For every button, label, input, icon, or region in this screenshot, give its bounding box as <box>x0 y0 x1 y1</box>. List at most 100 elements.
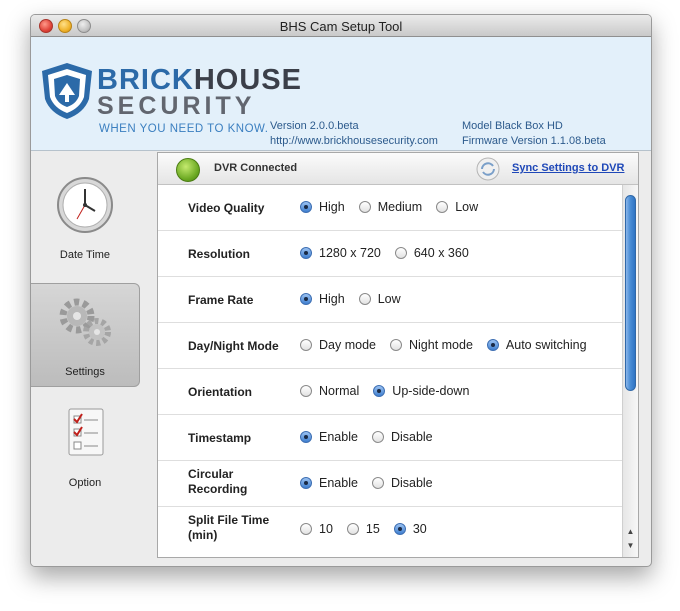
radio-selected-icon[interactable] <box>300 431 312 443</box>
sidebar-item-label: Date Time <box>59 249 111 261</box>
connection-status-bar: DVR Connected Sync Settings to DVR <box>158 153 638 185</box>
setting-row-circular-recording: Circular Recording Enable Disable <box>158 461 622 507</box>
setting-label: Orientation <box>188 385 253 399</box>
radio-unselected-icon[interactable] <box>436 201 449 213</box>
clock-icon <box>57 177 113 233</box>
checklist-icon <box>68 408 104 456</box>
radio-option-label: Low <box>455 200 479 214</box>
radio-option[interactable]: Night mode <box>389 338 473 352</box>
sidebar-item-label: Settings <box>65 366 105 378</box>
radio-unselected-icon[interactable] <box>300 339 312 351</box>
sidebar-item-option[interactable]: Option <box>31 395 139 497</box>
radio-option-label: Night mode <box>408 338 473 352</box>
radio-option-label: Auto switching <box>505 338 587 352</box>
radio-option-label: 15 <box>365 522 380 536</box>
radio-option[interactable]: Enable <box>300 430 358 444</box>
radio-option[interactable]: Auto switching <box>486 338 587 352</box>
sidebar-item-date-time[interactable]: Date Time <box>31 167 139 269</box>
radio-unselected-icon[interactable] <box>371 477 384 489</box>
radio-option-label: 1280 x 720 <box>319 246 381 260</box>
radio-selected-icon[interactable] <box>300 201 312 213</box>
radio-selected-icon[interactable] <box>373 385 386 397</box>
radio-unselected-icon[interactable] <box>300 385 312 397</box>
setting-row-day-night-mode: Day/Night Mode Day mode Night mode Auto swi… <box>158 323 622 369</box>
radio-option[interactable]: Low <box>436 200 478 214</box>
settings-panel: DVR Connected Sync Settings to DVR Video… <box>157 152 639 558</box>
radio-option[interactable]: Normal <box>300 384 359 398</box>
sidebar-item-label: Option <box>68 477 102 489</box>
brand-name-line2: SECURITY <box>97 92 256 120</box>
radio-selected-icon[interactable] <box>300 293 312 305</box>
sync-settings-link[interactable]: Sync Settings to DVR <box>512 162 624 174</box>
radio-option[interactable]: Low <box>358 292 401 306</box>
radio-selected-icon[interactable] <box>300 477 312 489</box>
radio-option[interactable]: Disable <box>371 430 433 444</box>
setting-label: Split File Time (min) <box>188 513 270 542</box>
radio-group-resolution: 1280 x 720 640 x 360 <box>300 246 483 260</box>
radio-option-label: 10 <box>319 522 333 536</box>
gears-icon <box>59 298 111 346</box>
sync-icon[interactable] <box>476 157 500 181</box>
title-bar[interactable]: BHS Cam Setup Tool <box>31 15 651 37</box>
radio-selected-icon[interactable] <box>393 523 406 535</box>
radio-option-label: High <box>319 292 345 306</box>
radio-option-label: High <box>319 200 345 214</box>
setting-row-split-file-time-min: Split File Time (min) 10 15 30 <box>158 507 622 552</box>
website-url[interactable]: http://www.brickhousesecurity.com <box>270 135 438 147</box>
setting-label: Resolution <box>188 247 250 261</box>
radio-option[interactable]: High <box>300 292 345 306</box>
radio-unselected-icon[interactable] <box>358 201 371 213</box>
radio-option[interactable]: 1280 x 720 <box>300 246 381 260</box>
radio-unselected-icon[interactable] <box>346 523 359 535</box>
radio-unselected-icon[interactable] <box>371 431 384 443</box>
radio-group-split-file-time-min: 10 15 30 <box>300 522 441 536</box>
radio-option[interactable]: Up-side-down <box>373 384 469 398</box>
setting-label: Frame Rate <box>188 293 254 307</box>
radio-option-label: Day mode <box>319 338 376 352</box>
window-title: BHS Cam Setup Tool <box>279 19 403 34</box>
version-text: Version 2.0.0.beta <box>270 120 359 132</box>
scrollbar-thumb[interactable] <box>625 195 636 391</box>
radio-option[interactable]: Disable <box>371 476 433 490</box>
radio-option[interactable]: High <box>300 200 345 214</box>
header-banner: BRICKHOUSE SECURITY WHEN YOU NEED TO KNO… <box>31 37 651 151</box>
radio-option-label: Low <box>377 292 401 306</box>
radio-option-label: Up-side-down <box>392 384 470 398</box>
radio-group-circular-recording: Enable Disable <box>300 476 447 490</box>
vertical-scrollbar[interactable]: ▲ ▼ <box>622 185 638 557</box>
sidebar-nav: Date Time Settings Option <box>31 151 157 566</box>
radio-option[interactable]: 10 <box>300 522 333 536</box>
scroll-down-arrow-icon[interactable]: ▼ <box>625 541 636 551</box>
brand-tagline: WHEN YOU NEED TO KNOW. <box>99 123 269 135</box>
radio-option-label: Enable <box>319 476 358 490</box>
radio-selected-icon[interactable] <box>300 247 312 259</box>
radio-unselected-icon[interactable] <box>389 339 402 351</box>
scroll-up-arrow-icon[interactable]: ▲ <box>625 527 636 537</box>
radio-option[interactable]: 640 x 360 <box>394 246 469 260</box>
setting-label: Timestamp <box>188 431 252 445</box>
radio-option-label: 30 <box>412 522 427 536</box>
setting-row-orientation: Orientation Normal Up-side-down <box>158 369 622 415</box>
radio-option-label: Enable <box>319 430 358 444</box>
connection-status-text: DVR Connected <box>214 162 298 174</box>
radio-option[interactable]: Day mode <box>300 338 376 352</box>
radio-option[interactable]: 15 <box>346 522 380 536</box>
radio-option[interactable]: Enable <box>300 476 358 490</box>
radio-unselected-icon[interactable] <box>300 523 312 535</box>
model-text: Model Black Box HD <box>462 120 563 132</box>
radio-option[interactable]: Medium <box>358 200 422 214</box>
connected-status-icon <box>176 158 200 182</box>
sidebar-item-settings[interactable]: Settings <box>31 283 140 387</box>
setting-row-frame-rate: Frame Rate High Low <box>158 277 622 323</box>
setting-label: Day/Night Mode <box>188 339 279 353</box>
brickhouse-shield-logo <box>42 63 92 119</box>
radio-unselected-icon[interactable] <box>394 247 407 259</box>
radio-group-frame-rate: High Low <box>300 292 415 306</box>
radio-option[interactable]: 30 <box>393 522 427 536</box>
radio-unselected-icon[interactable] <box>358 293 371 305</box>
radio-group-video-quality: High Medium Low <box>300 200 492 214</box>
app-window: BHS Cam Setup Tool BRICKHOUSE SECURITY W… <box>30 14 652 567</box>
radio-group-orientation: Normal Up-side-down <box>300 384 483 398</box>
radio-selected-icon[interactable] <box>486 339 499 351</box>
setting-label: Circular Recording <box>188 467 248 496</box>
